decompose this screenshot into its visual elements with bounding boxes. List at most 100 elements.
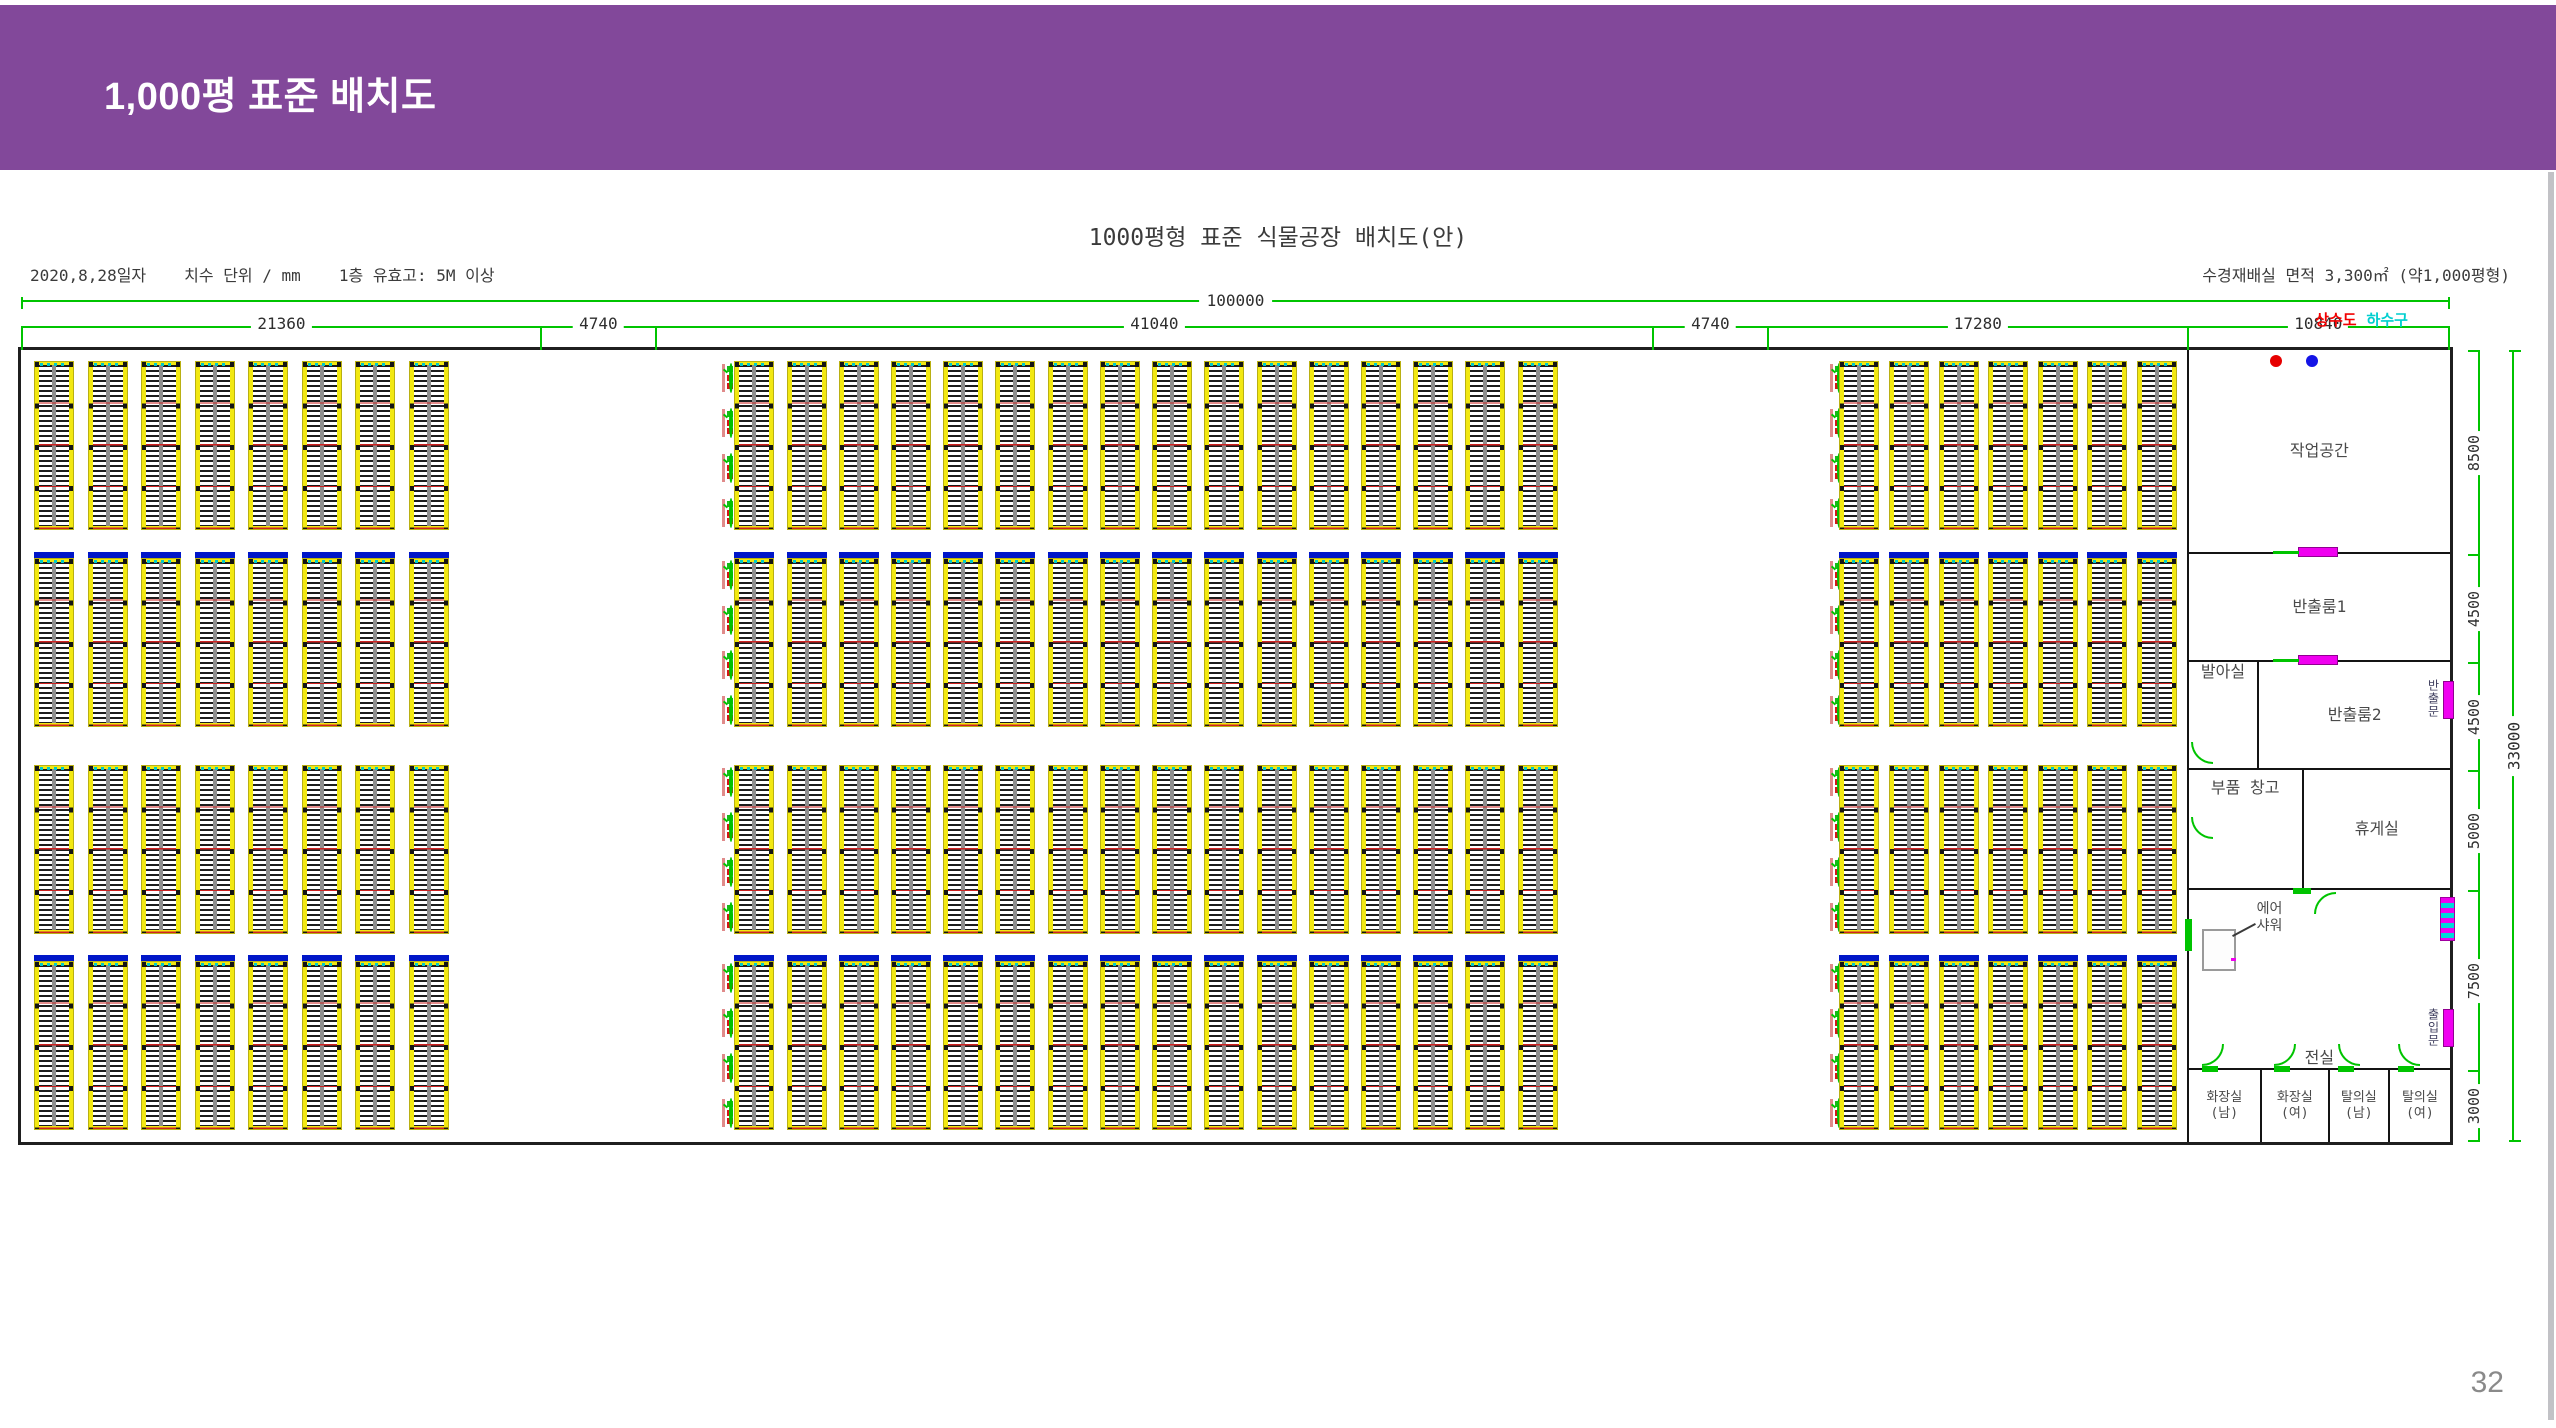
- dim-segment: 8500: [2468, 350, 2480, 554]
- wall-equipment-marker: [2440, 897, 2455, 941]
- grow-rack: [1518, 765, 1558, 934]
- dim-segment: 3000: [2468, 1070, 2480, 1142]
- slide-title: 1,000평 표준 배치도: [104, 65, 436, 120]
- grow-rack: [1939, 558, 1979, 727]
- rack-band: [21, 558, 2187, 727]
- dim-label: 21360: [251, 314, 311, 333]
- grow-rack: [1100, 765, 1140, 934]
- grow-rack: [195, 558, 235, 727]
- dim-tick: [2509, 1140, 2521, 1142]
- grow-rack: [302, 961, 342, 1130]
- grow-rack: [195, 961, 235, 1130]
- grow-rack: [1465, 765, 1505, 934]
- room-export-1: 반출룸1: [2189, 554, 2450, 662]
- grow-rack: [1361, 765, 1401, 934]
- grow-rack: [34, 361, 74, 530]
- grow-rack: [355, 558, 395, 727]
- grow-rack: [943, 361, 983, 530]
- rack-section: [1830, 765, 2187, 934]
- grow-rack: [248, 558, 288, 727]
- grow-rack: [1100, 961, 1140, 1130]
- dimension-overall-width: 100000: [21, 300, 2450, 302]
- grow-rack: [88, 361, 128, 530]
- equipment-aisle: [462, 361, 722, 530]
- grow-rack: [141, 765, 181, 934]
- door-sill: [2398, 1066, 2414, 1072]
- grow-rack: [195, 765, 235, 934]
- grow-rack: [34, 765, 74, 934]
- dim-label: 3000: [2465, 1084, 2483, 1128]
- grow-rack: [1413, 961, 1453, 1130]
- grow-rack: [995, 361, 1035, 530]
- grow-rack: [1257, 558, 1297, 727]
- entrance-door-label: 출입문: [2425, 1008, 2442, 1047]
- room-label: 반출룸2: [2259, 662, 2450, 768]
- grow-rack: [1889, 361, 1929, 530]
- dim-segment: 21360: [21, 326, 540, 350]
- rack-section: [21, 961, 462, 1130]
- equipment-aisle: [1570, 361, 1830, 530]
- dim-segment: 4500: [2468, 662, 2480, 770]
- grow-rack: [248, 361, 288, 530]
- grow-rack: [1939, 361, 1979, 530]
- utility-labels: 상수도하수구: [2315, 309, 2408, 330]
- grow-rack: [2038, 765, 2078, 934]
- grow-rack: [2087, 361, 2127, 530]
- grow-rack: [1309, 361, 1349, 530]
- grow-rack: [88, 558, 128, 727]
- grow-rack: [1988, 961, 2028, 1130]
- grow-rack: [409, 765, 449, 934]
- room-germination: 발아실: [2189, 662, 2260, 768]
- door-sill: [2274, 1066, 2290, 1072]
- grow-area: [21, 350, 2187, 1142]
- dim-label: 4740: [573, 314, 624, 333]
- grow-rack: [1048, 361, 1088, 530]
- grow-rack: [2087, 765, 2127, 934]
- grow-rack: [1257, 765, 1297, 934]
- grow-rack: [1048, 765, 1088, 934]
- grow-rack: [734, 961, 774, 1130]
- grow-rack: [995, 765, 1035, 934]
- grow-rack: [891, 361, 931, 530]
- dimension-overall-height: 33000: [2512, 350, 2514, 1142]
- rack-section: [21, 361, 462, 530]
- dim-label: 4500: [2465, 587, 2483, 631]
- rack-section: [722, 361, 1570, 530]
- dim-tick: [2509, 350, 2521, 352]
- grow-rack: [1839, 961, 1879, 1130]
- dim-label: 7500: [2465, 959, 2483, 1003]
- grow-rack: [1204, 361, 1244, 530]
- room-lounge: 휴게실: [2304, 770, 2450, 888]
- grow-rack: [1152, 961, 1192, 1130]
- grow-rack: [2087, 558, 2127, 727]
- grow-rack: [1361, 361, 1401, 530]
- grow-rack: [302, 558, 342, 727]
- door-sill: [2202, 1066, 2218, 1072]
- grow-rack: [34, 558, 74, 727]
- grow-rack: [1465, 361, 1505, 530]
- air-shower-label: 에어 샤워: [2257, 901, 2283, 935]
- grow-rack: [1939, 961, 1979, 1130]
- grow-rack: [1152, 361, 1192, 530]
- grow-rack: [409, 558, 449, 727]
- rack-band: [21, 765, 2187, 934]
- note-ceiling-height: 1층 유효고: 5M 이상: [339, 266, 495, 285]
- dim-segment: 41040: [655, 326, 1652, 350]
- grow-rack: [409, 361, 449, 530]
- air-shower-box: [2202, 929, 2236, 971]
- grow-rack: [787, 558, 827, 727]
- grow-rack: [1361, 558, 1401, 727]
- grow-rack: [1889, 961, 1929, 1130]
- grow-rack: [1889, 558, 1929, 727]
- grow-rack: [88, 961, 128, 1130]
- grow-rack: [248, 961, 288, 1130]
- grow-rack: [302, 765, 342, 934]
- grow-rack: [2038, 361, 2078, 530]
- rack-band: [21, 961, 2187, 1130]
- grow-rack: [195, 361, 235, 530]
- grow-rack: [248, 765, 288, 934]
- rack-section: [722, 765, 1570, 934]
- room-label: 화장실 (여): [2262, 1070, 2328, 1142]
- grow-rack: [1152, 558, 1192, 727]
- grow-rack: [1257, 361, 1297, 530]
